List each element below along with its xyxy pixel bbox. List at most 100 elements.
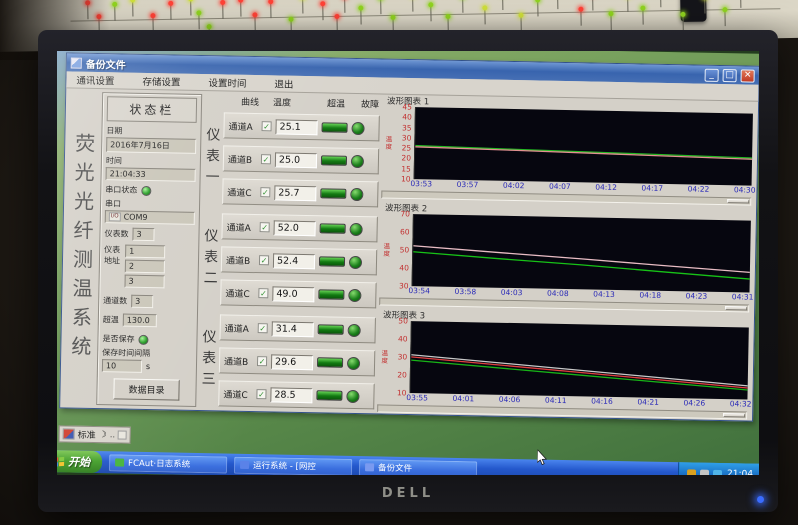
schematic-line (627, 0, 628, 12)
y-axis: 7060504030 (391, 214, 413, 286)
schematic-line (462, 0, 463, 13)
curve-checkbox[interactable]: ✓ (260, 187, 270, 197)
address-field-1[interactable]: 1 (125, 245, 165, 259)
ime-tray-icon[interactable] (700, 469, 709, 475)
channel-label: 通道B (224, 354, 253, 368)
panel-indicator-led (334, 14, 339, 19)
address-field-3[interactable]: 3 (124, 275, 164, 289)
dell-logo: DELL (382, 486, 434, 501)
y-axis: 5040302010 (389, 321, 411, 393)
address-label: 仪表 地址 (104, 244, 120, 266)
curve-checkbox[interactable]: ✓ (256, 389, 266, 399)
channel-count-field[interactable]: 3 (131, 295, 153, 308)
panel-indicator-led (252, 12, 257, 17)
taskbar-button-1[interactable]: FCAut·日志系统 (109, 454, 227, 473)
visa-io-icon: I/O (109, 212, 121, 221)
menu-item-1[interactable]: 通讯设置 (76, 73, 114, 88)
photo-background: 备份文件 _ □ ✕ 通讯设置存储设置设置时间退出 荧光光纤测温系统 状态栏 (0, 0, 798, 525)
overtemp-field[interactable]: 130.0 (123, 314, 157, 328)
serial-port-select[interactable]: I/O COM9 (105, 210, 195, 225)
curve-checkbox[interactable]: ✓ (258, 323, 268, 333)
column-header: 故障 (361, 97, 379, 110)
plot-area (412, 214, 751, 292)
channel-label: 通道C (227, 185, 256, 199)
taskbar: 开始 FCAut·日志系统运行系统 - [网控备份文件 21:04 (57, 450, 759, 475)
channel-label: 通道A (227, 220, 256, 234)
series-line-channel-green (413, 252, 750, 279)
network-tray-icon[interactable] (713, 469, 722, 475)
taskbar-button-icon (115, 458, 124, 466)
x-tick-label: 04:02 (503, 181, 525, 190)
x-tick-label: 04:32 (730, 399, 752, 408)
overtemp-label: 超温 (103, 314, 119, 325)
power-led (757, 496, 764, 503)
curve-checkbox[interactable]: ✓ (261, 154, 271, 164)
channel-row: 通道B✓29.6 (219, 347, 375, 376)
channel-label: 通道B (226, 253, 255, 267)
instrument-group-3: 仪表三通道A✓31.4通道B✓29.6通道C✓28.5 (196, 311, 376, 412)
ime-icon (63, 428, 75, 439)
waveform-chart-1: 波形图表 1温度454035302520151003:5303:5704:020… (381, 94, 756, 205)
temperature-value: 25.0 (275, 152, 317, 168)
save-interval-field[interactable]: 10 (102, 359, 142, 373)
panel-indicator-led (535, 0, 540, 2)
channel-row: 通道A✓25.1 (223, 112, 379, 141)
temperature-value: 49.0 (272, 286, 314, 302)
panel-indicator-led (207, 24, 212, 29)
maximize-button[interactable]: □ (723, 69, 737, 82)
minimize-button[interactable]: _ (705, 68, 719, 81)
scrollbar-thumb[interactable] (725, 306, 747, 310)
scrollbar-thumb[interactable] (723, 413, 745, 417)
y-tick-label: 15 (401, 164, 411, 173)
y-axis: 4540353025201510 (393, 107, 415, 179)
taskbar-button-2[interactable]: 运行系统 - [网控 (234, 456, 352, 475)
fault-led (350, 222, 363, 235)
x-tick-label: 03:54 (408, 286, 430, 295)
data-directory-button[interactable]: 数据目录 (113, 378, 179, 400)
panel-indicator-led (168, 1, 173, 6)
curve-checkbox[interactable]: ✓ (258, 288, 268, 298)
instruments-column: 仪表一通道A✓25.1通道B✓25.0通道C✓25.7仪表二通道A✓52.0通道… (196, 109, 380, 415)
save-interval-unit: s (146, 362, 150, 371)
curve-checkbox[interactable]: ✓ (260, 222, 270, 232)
scrollbar-thumb[interactable] (727, 199, 749, 203)
curve-checkbox[interactable]: ✓ (259, 255, 269, 265)
address-field-2[interactable]: 2 (125, 260, 165, 274)
menu-item-3[interactable]: 设置时间 (208, 75, 246, 90)
channel-label: 通道A (228, 119, 257, 133)
moon-icon[interactable]: ☽ (99, 430, 107, 440)
date-value: 2016年7月16日 (106, 137, 196, 154)
task-buttons: FCAut·日志系统运行系统 - [网控备份文件 (102, 454, 678, 475)
panel-indicator-led (196, 10, 201, 15)
camera-device (680, 0, 707, 22)
instrument-count-field[interactable]: 3 (132, 228, 154, 241)
start-button[interactable]: 开始 (57, 450, 102, 473)
ime-language-bar[interactable]: 标准 ☽ ‥ (58, 425, 131, 443)
address-fields: 1 2 3 (124, 245, 165, 289)
taskbar-button-3[interactable]: 备份文件 (359, 459, 477, 475)
x-tick-label: 04:26 (683, 398, 705, 407)
panel-indicator-led (112, 2, 117, 7)
close-button[interactable]: ✕ (741, 69, 755, 82)
schematic-line (660, 0, 661, 7)
schematic-line (412, 0, 413, 12)
date-label: 日期 (106, 125, 196, 138)
waveform-chart-3: 波形图表 3温度504030201003:5504:0104:0604:1104… (377, 308, 752, 419)
overtemp-led (317, 357, 343, 367)
ime-punct-icon[interactable]: ‥ (110, 430, 116, 439)
panel-indicator-led (390, 15, 395, 20)
serial-port-value: COM9 (124, 213, 148, 222)
schematic-line (580, 11, 581, 26)
menu-item-2[interactable]: 存储设置 (142, 74, 180, 89)
display-tray-icon[interactable] (687, 469, 696, 475)
buzzer-off-button[interactable]: 关蜂鸣器 (113, 405, 179, 407)
instrument-count-label: 仪表数 (104, 228, 128, 239)
temperature-value: 28.5 (270, 387, 312, 403)
menu-item-4[interactable]: 退出 (274, 76, 293, 90)
x-tick-label: 04:08 (547, 289, 569, 298)
ime-minimize-icon[interactable] (118, 430, 127, 439)
schematic-line (222, 4, 223, 19)
panel-indicator-led (320, 1, 325, 6)
curve-checkbox[interactable]: ✓ (262, 121, 272, 131)
curve-checkbox[interactable]: ✓ (257, 356, 267, 366)
